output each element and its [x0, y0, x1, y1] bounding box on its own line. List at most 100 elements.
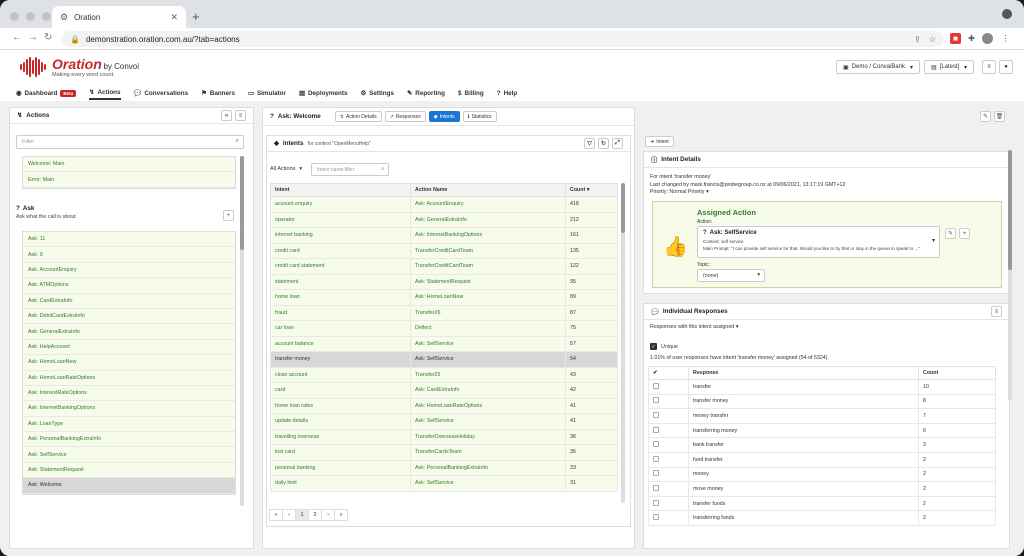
- table-row[interactable]: money transfer 7: [648, 408, 996, 424]
- list-item-selected[interactable]: Ask: Welcome: [23, 478, 235, 494]
- tab-search-icon[interactable]: [1002, 9, 1012, 19]
- table-row[interactable]: travelling overseas TransferOverseasHolid…: [270, 428, 618, 445]
- table-row[interactable]: close account Transfer25 43: [270, 366, 618, 383]
- table-row[interactable]: transfer money 8: [648, 393, 996, 410]
- menu-billing[interactable]: $ Billing: [458, 86, 484, 100]
- table-row[interactable]: update details Ask: SelfService 41: [270, 413, 618, 430]
- page-2-button[interactable]: 2: [308, 509, 322, 521]
- tab-intents[interactable]: ◆ Intents: [428, 111, 460, 122]
- table-row[interactable]: account enquiry Ask: AccountEnquiry 418: [270, 196, 618, 213]
- close-tab-icon[interactable]: ✕: [170, 12, 178, 23]
- priority-select[interactable]: Priority: Normal Priority ▾: [650, 189, 845, 197]
- actions-menu-button[interactable]: ≡: [235, 110, 246, 121]
- tab-responses[interactable]: ↗ Responses: [384, 111, 426, 122]
- table-row-selected[interactable]: transfer money Ask: SelfService 54: [270, 351, 618, 368]
- maximize-window-button[interactable]: [42, 12, 51, 21]
- row-checkbox[interactable]: [653, 499, 659, 506]
- col-count[interactable]: Count ▾: [565, 183, 618, 197]
- collapse-panel-button[interactable]: «: [221, 110, 232, 121]
- menu-simulator[interactable]: ▭ Simulator: [248, 86, 286, 100]
- list-item[interactable]: Ask: LoanType: [23, 416, 235, 433]
- col-action-name[interactable]: Action Name: [410, 183, 566, 197]
- menu-dashboard[interactable]: ◉ Dashboard Beta: [16, 86, 77, 100]
- version-select[interactable]: ▤ [Latest] ▾: [924, 60, 974, 74]
- list-item[interactable]: Ask: InterestRateOptions: [23, 385, 235, 402]
- forward-arrow-icon[interactable]: →: [28, 32, 38, 43]
- list-item[interactable]: Ask: 11: [23, 232, 235, 248]
- project-select[interactable]: ▣ Demo / ConvaiBank ▾: [836, 60, 920, 74]
- row-checkbox[interactable]: [653, 455, 659, 462]
- add-ask-button[interactable]: +: [223, 210, 234, 221]
- list-item[interactable]: Error: Main: [23, 172, 235, 188]
- table-row[interactable]: fund transfer 2: [648, 451, 996, 468]
- select-all-checkbox[interactable]: ✔: [648, 366, 689, 380]
- row-checkbox[interactable]: [653, 514, 659, 521]
- list-item[interactable]: Ask: 9: [23, 247, 235, 263]
- intents-scrollbar[interactable]: [621, 183, 625, 503]
- table-row[interactable]: home loan Ask: HomeLoanNew 89: [270, 289, 618, 306]
- edit-action-button[interactable]: ✎: [945, 228, 956, 239]
- list-item[interactable]: Ask: CardExtraInfo: [23, 293, 235, 309]
- menu-settings[interactable]: ⚙ Settings: [360, 86, 394, 100]
- menu-help[interactable]: ? Help: [497, 86, 518, 100]
- browser-tab[interactable]: ⚙ Oration ✕: [52, 6, 186, 28]
- table-row[interactable]: bank transfer 3: [648, 437, 996, 453]
- menu-reporting[interactable]: ✎ Reporting: [407, 86, 445, 100]
- list-item[interactable]: Ask: HomeLoanRateOptions: [23, 370, 235, 386]
- col-intent[interactable]: Intent: [270, 183, 411, 197]
- page-1-button[interactable]: 1: [295, 509, 309, 521]
- table-row[interactable]: fraud Transfer26 87: [270, 304, 618, 321]
- action-select[interactable]: ? Ask: SelfService Context: self service …: [697, 226, 940, 258]
- table-row[interactable]: home loan rates Ask: HomeLoanRateOptions 4…: [270, 397, 618, 414]
- menu-conversations[interactable]: 💬 Conversations: [134, 86, 189, 100]
- list-item[interactable]: Welcome: Main: [23, 157, 235, 173]
- list-item[interactable]: Ask: DebitCardExtraInfo: [23, 308, 235, 325]
- hamburger-menu-button[interactable]: ≡: [982, 60, 996, 74]
- unique-checkbox[interactable]: ✓ Unique: [650, 343, 678, 350]
- last-page-button[interactable]: »: [334, 509, 348, 521]
- col-response[interactable]: Response: [688, 366, 919, 380]
- table-row[interactable]: personal banking Ask: PersonalBankingExtr…: [270, 459, 618, 476]
- table-row[interactable]: credit card TransferCreditCardTeam 135: [270, 242, 618, 259]
- list-item[interactable]: Ask: StatementRequest: [23, 462, 235, 479]
- menu-deployments[interactable]: ▤ Deployments: [299, 86, 348, 100]
- table-row[interactable]: internet banking Ask: InternetBankingOpti…: [270, 227, 618, 244]
- topic-select[interactable]: (none) ▾: [697, 269, 765, 282]
- new-tab-button[interactable]: +: [192, 9, 200, 24]
- filter-funnel-button[interactable]: ▽: [584, 138, 595, 149]
- row-checkbox[interactable]: [653, 441, 659, 448]
- table-row[interactable]: move money 2: [648, 481, 996, 497]
- intent-back-button[interactable]: ➜ Intent: [645, 136, 674, 147]
- tab-statistics[interactable]: ℹ Statistics: [462, 111, 497, 122]
- minimize-window-button[interactable]: [26, 12, 35, 21]
- row-checkbox[interactable]: [653, 411, 659, 418]
- list-item[interactable]: Ask: SelfService: [23, 447, 235, 463]
- table-row[interactable]: operator Ask: GeneralExtraInfo 212: [270, 211, 618, 228]
- next-page-button[interactable]: ›: [321, 509, 335, 521]
- list-item[interactable]: Ask: HomeLoanNew: [23, 355, 235, 371]
- user-button[interactable]: ●: [999, 60, 1013, 74]
- bookmark-star-icon[interactable]: ☆: [929, 35, 936, 44]
- tab-action-details[interactable]: ↯ Action Details: [334, 111, 382, 122]
- table-row[interactable]: card Ask: CardExtraInfo 42: [270, 382, 618, 399]
- close-window-button[interactable]: [10, 12, 19, 21]
- back-arrow-icon[interactable]: ←: [12, 32, 22, 43]
- reload-icon[interactable]: ↻: [44, 32, 52, 43]
- edit-button[interactable]: ✎: [980, 111, 991, 122]
- row-checkbox[interactable]: [653, 470, 659, 477]
- first-page-button[interactable]: «: [269, 509, 283, 521]
- col-resp-count[interactable]: Count: [918, 366, 996, 380]
- row-checkbox[interactable]: [653, 382, 659, 389]
- profile-avatar-icon[interactable]: [982, 33, 993, 44]
- expand-button[interactable]: ⤢: [612, 138, 623, 149]
- prev-page-button[interactable]: ‹: [282, 509, 296, 521]
- row-checkbox[interactable]: [653, 426, 659, 433]
- refresh-button[interactable]: ↻: [598, 138, 609, 149]
- table-row[interactable]: daily limit Ask: SelfService 31: [270, 475, 618, 492]
- menu-banners[interactable]: ⚑ Banners: [201, 86, 235, 100]
- delete-button[interactable]: 🗑: [994, 111, 1005, 122]
- browser-menu-icon[interactable]: ⋮: [1000, 33, 1011, 44]
- actions-filter-select[interactable]: All Actions ▾: [270, 166, 302, 172]
- row-checkbox[interactable]: [653, 484, 659, 491]
- actions-filter-input[interactable]: Filter ⌕: [16, 135, 244, 149]
